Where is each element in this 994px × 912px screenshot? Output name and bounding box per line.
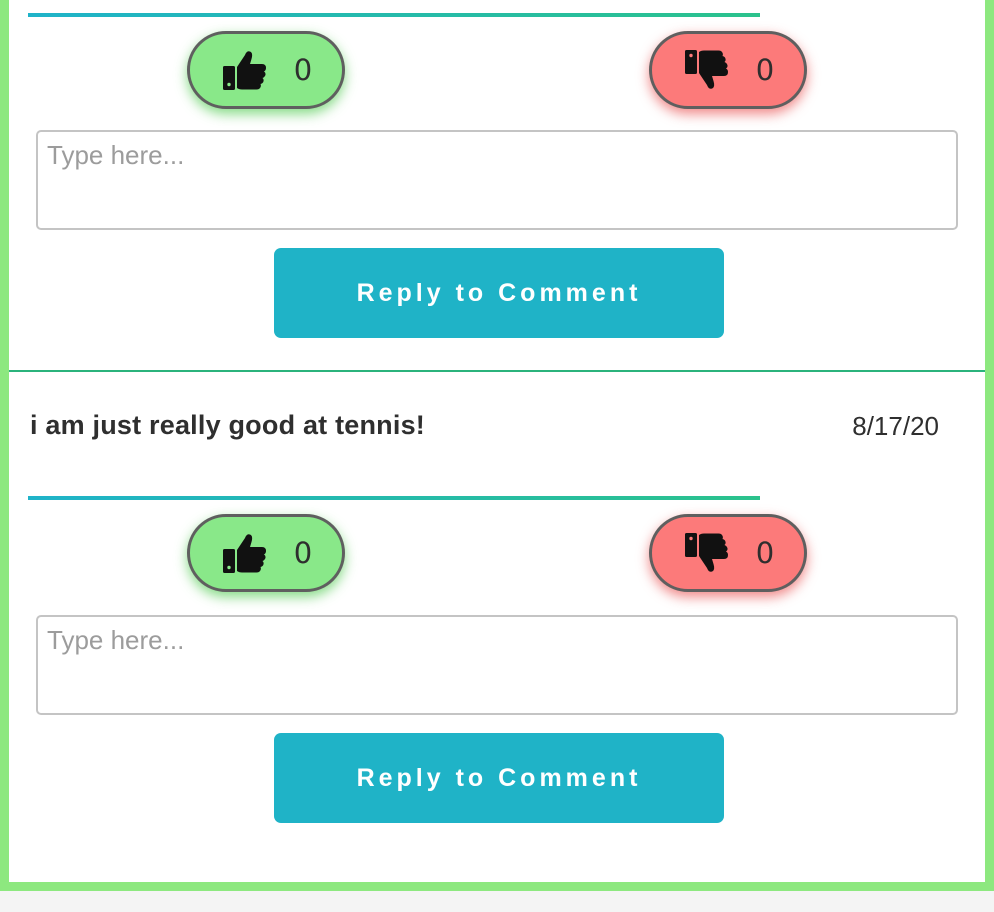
reply-input[interactable] [36,615,958,715]
thumbs-up-icon [222,534,266,573]
like-count: 0 [293,53,313,87]
like-button[interactable]: 0 [187,514,345,592]
thumbs-up-icon [222,51,266,90]
comments-panel: 0 0 Reply to Comment i am just really go… [0,0,994,891]
reply-to-comment-button[interactable]: Reply to Comment [274,248,724,338]
dislike-count: 0 [755,536,775,570]
comment-underline [28,496,760,500]
dislike-button[interactable]: 0 [649,31,807,109]
dislike-button[interactable]: 0 [649,514,807,592]
reply-input[interactable] [36,130,958,230]
like-button[interactable]: 0 [187,31,345,109]
comment-divider [9,370,985,372]
comment-underline [28,13,760,17]
thumbs-down-icon [684,50,728,89]
like-count: 0 [293,536,313,570]
comment-text: i am just really good at tennis! [30,410,425,440]
dislike-count: 0 [755,53,775,87]
comment-date: 8/17/20 [852,411,939,441]
reply-to-comment-button[interactable]: Reply to Comment [274,733,724,823]
thumbs-down-icon [684,533,728,572]
